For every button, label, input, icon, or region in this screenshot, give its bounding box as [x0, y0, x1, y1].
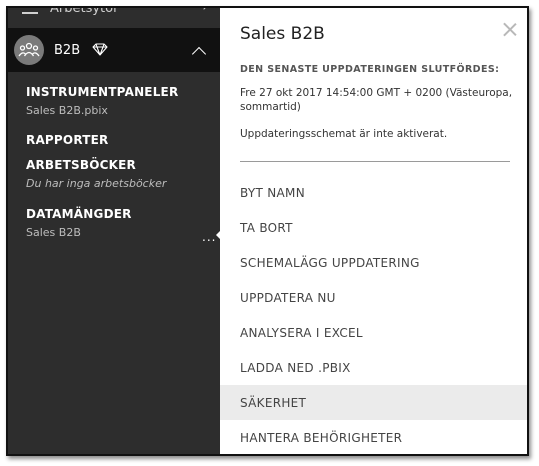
- divider: [240, 161, 510, 162]
- options-menu: BYT NAMN TA BORT SCHEMALÄGG UPPDATERING …: [220, 175, 527, 454]
- menu-item-refresh-now[interactable]: UPPDATERA NU: [220, 280, 527, 315]
- sidebar-item-label: Arbetsytor: [50, 6, 119, 16]
- section-heading[interactable]: INSTRUMENTPANELER: [26, 85, 178, 99]
- more-options-button[interactable]: ...: [202, 230, 216, 244]
- section-workbooks: ARBETSBÖCKER Du har inga arbetsböcker: [26, 158, 166, 190]
- premium-diamond-icon: [92, 41, 108, 60]
- close-icon[interactable]: [503, 22, 517, 36]
- chevron-right-icon: [198, 8, 210, 10]
- last-refresh-time: Fre 27 okt 2017 14:54:00 GMT + 0200 (Väs…: [240, 87, 513, 113]
- empty-workbooks-text: Du har inga arbetsböcker: [26, 177, 167, 190]
- last-refresh-label: DEN SENASTE UPPDATERINGEN SLUTFÖRDES:: [240, 64, 500, 75]
- menu-item-manage-permissions[interactable]: HANTERA BEHÖRIGHETER: [220, 420, 527, 454]
- workspace-header[interactable]: B2B: [8, 28, 220, 72]
- menu-item-delete[interactable]: TA BORT: [220, 210, 527, 245]
- section-datasets: DATAMÄNGDER Sales B2B: [26, 207, 132, 239]
- menu-item-schedule-refresh[interactable]: SCHEMALÄGG UPPDATERING: [220, 245, 527, 280]
- dashboard-item[interactable]: Sales B2B.pbix: [26, 104, 178, 117]
- section-heading[interactable]: DATAMÄNGDER: [26, 207, 132, 221]
- section-heading[interactable]: ARBETSBÖCKER: [26, 158, 166, 172]
- section-reports: RAPPORTER: [26, 133, 108, 147]
- menu-item-security[interactable]: SÄKERHET: [220, 385, 527, 420]
- menu-item-analyze-in-excel[interactable]: ANALYSERA I EXCEL: [220, 315, 527, 350]
- menu-item-download-pbix[interactable]: LADDA NED .PBIX: [220, 350, 527, 385]
- panel-title: Sales B2B: [240, 24, 325, 44]
- sidebar-item-workspaces[interactable]: Arbetsytor: [8, 6, 220, 20]
- navigation-sidebar: Arbetsytor B2B INSTRUMENTPANELER Sales B…: [8, 6, 223, 454]
- dataset-options-flyout: Sales B2B DEN SENASTE UPPDATERINGEN SLUT…: [220, 8, 527, 454]
- app-window: Arbetsytor B2B INSTRUMENTPANELER Sales B…: [6, 6, 529, 456]
- chevron-up-icon[interactable]: [191, 46, 207, 62]
- workspace-group-icon: [14, 35, 44, 65]
- section-heading[interactable]: RAPPORTER: [26, 133, 108, 147]
- workspace-name: B2B: [54, 42, 81, 58]
- schedule-status: Uppdateringsschemat är inte aktiverat.: [240, 128, 448, 140]
- section-dashboards: INSTRUMENTPANELER Sales B2B.pbix: [26, 85, 178, 117]
- dataset-item[interactable]: Sales B2B: [26, 226, 132, 239]
- workspaces-icon: [22, 8, 38, 14]
- menu-item-rename[interactable]: BYT NAMN: [220, 175, 527, 210]
